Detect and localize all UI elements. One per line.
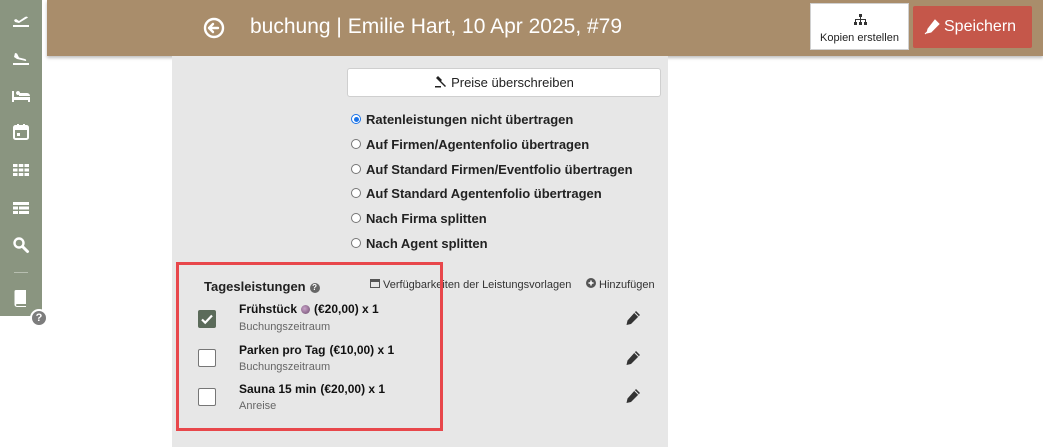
pen-icon — [924, 19, 940, 40]
radio-button[interactable] — [351, 114, 361, 124]
radio-label: Nach Agent splitten — [366, 235, 488, 251]
add-service-link[interactable]: Hinzufügen — [586, 278, 655, 291]
copy-button[interactable]: Kopien erstellen — [810, 3, 909, 50]
radio-option-standard-company-event-folio[interactable]: Auf Standard Firmen/Eventfolio übertrage… — [351, 160, 633, 178]
override-prices-label: Preise überschreiben — [451, 75, 574, 90]
gavel-icon — [434, 75, 447, 91]
radio-label: Ratenleistungen nicht übertragen — [366, 111, 574, 127]
radio-label: Auf Standard Firmen/Eventfolio übertrage… — [366, 161, 633, 177]
page-title: buchung | Emilie Hart, 10 Apr 2025, #79 — [250, 15, 623, 38]
radio-button[interactable] — [351, 164, 361, 174]
radio-button[interactable] — [351, 188, 361, 198]
pencil-icon[interactable] — [624, 349, 642, 367]
radio-option-standard-agent-folio[interactable]: Auf Standard Agentenfolio übertragen — [351, 184, 602, 202]
radio-button[interactable] — [351, 139, 361, 149]
radio-option-company-agent-folio[interactable]: Auf Firmen/Agentenfolio übertragen — [351, 135, 589, 153]
plus-circle-icon — [586, 278, 596, 291]
add-link-label: Hinzufügen — [599, 278, 655, 291]
radio-label: Auf Standard Agentenfolio übertragen — [366, 185, 602, 201]
book-icon[interactable] — [11, 288, 31, 308]
arrival-icon[interactable] — [11, 48, 31, 68]
copy-button-label: Kopien erstellen — [820, 32, 899, 44]
radio-button[interactable] — [351, 238, 361, 248]
save-button[interactable]: Speichern — [913, 6, 1032, 48]
radio-option-split-agent[interactable]: Nach Agent splitten — [351, 234, 488, 252]
radio-option-no-transfer[interactable]: Ratenleistungen nicht übertragen — [351, 110, 573, 128]
sitemap-icon — [854, 12, 867, 30]
sidebar — [0, 0, 42, 316]
back-icon[interactable] — [203, 17, 225, 39]
save-button-label: Speichern — [944, 18, 1017, 35]
highlight-box — [176, 262, 443, 431]
sidebar-divider — [14, 272, 28, 273]
radio-label: Auf Firmen/Agentenfolio übertragen — [366, 136, 590, 152]
header-bar: buchung | Emilie Hart, 10 Apr 2025, #79 … — [47, 0, 1043, 56]
departure-icon[interactable] — [11, 10, 31, 30]
pencil-icon[interactable] — [624, 309, 642, 327]
table-icon[interactable] — [11, 198, 31, 218]
grid-icon[interactable] — [11, 160, 31, 180]
calendar-icon[interactable] — [11, 122, 31, 142]
radio-label: Nach Firma splitten — [366, 210, 487, 226]
pencil-icon[interactable] — [624, 387, 642, 405]
radio-option-split-company[interactable]: Nach Firma splitten — [351, 209, 487, 227]
search-icon[interactable] — [11, 235, 31, 255]
radio-button[interactable] — [351, 213, 361, 223]
override-prices-button[interactable]: Preise überschreiben — [347, 68, 661, 97]
help-button[interactable]: ? — [30, 309, 48, 327]
bed-icon[interactable] — [11, 86, 31, 106]
